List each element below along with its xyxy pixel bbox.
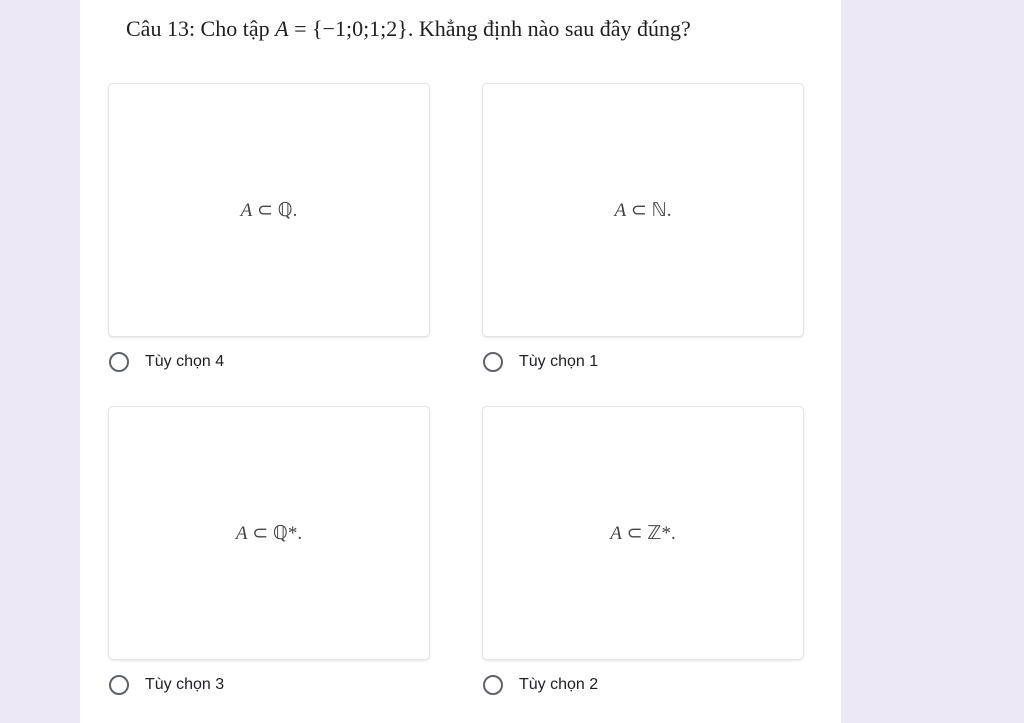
radio-button[interactable] [109, 675, 129, 695]
option-label: Tùy chọn 3 [145, 676, 225, 693]
set-equals: = [288, 16, 312, 41]
question-text: Câu 13: Cho tập A = {−1;0;1;2}. Khẳng đị… [126, 16, 691, 42]
question-suffix: . Khẳng định nào sau đây đúng? [407, 16, 691, 41]
option-label: Tùy chọn 2 [519, 676, 599, 693]
option-image-tile[interactable]: A ⊂ ℚ. [109, 84, 429, 336]
option-formula: A ⊂ ℚ. [241, 199, 298, 222]
option-label: Tùy chọn 1 [519, 353, 599, 370]
formula-variable: A [610, 522, 622, 544]
question-set-expression: A = {−1;0;1;2} [275, 16, 408, 41]
form-card: Câu 13: Cho tập A = {−1;0;1;2}. Khẳng đị… [80, 0, 841, 723]
set-variable: A [275, 16, 289, 41]
option-label: Tùy chọn 4 [145, 353, 225, 370]
option-image-tile[interactable]: A ⊂ ℤ*. [483, 407, 803, 659]
option-image-tile[interactable]: A ⊂ ℚ*. [109, 407, 429, 659]
option-radio-row[interactable]: Tùy chọn 2 [483, 673, 598, 697]
question-prefix: Câu 13: Cho tập [126, 16, 276, 41]
radio-button[interactable] [483, 675, 503, 695]
radio-button[interactable] [109, 352, 129, 372]
radio-button[interactable] [483, 352, 503, 372]
option-radio-row[interactable]: Tùy chọn 1 [483, 350, 598, 374]
formula-relation: ⊂ ℕ. [626, 199, 672, 221]
formula-relation: ⊂ ℤ*. [621, 522, 676, 544]
formula-variable: A [235, 522, 248, 544]
option-formula: A ⊂ ℤ*. [610, 522, 675, 545]
formula-relation: ⊂ ℚ*. [247, 522, 303, 544]
option-formula: A ⊂ ℕ. [615, 199, 672, 222]
formula-variable: A [240, 199, 253, 221]
formula-variable: A [614, 199, 627, 221]
option-radio-row[interactable]: Tùy chọn 3 [109, 673, 224, 697]
set-body: {−1;0;1;2} [311, 16, 408, 41]
option-radio-row[interactable]: Tùy chọn 4 [109, 350, 224, 374]
option-image-tile[interactable]: A ⊂ ℕ. [483, 84, 803, 336]
option-formula: A ⊂ ℚ*. [236, 522, 302, 545]
formula-relation: ⊂ ℚ. [252, 199, 298, 221]
